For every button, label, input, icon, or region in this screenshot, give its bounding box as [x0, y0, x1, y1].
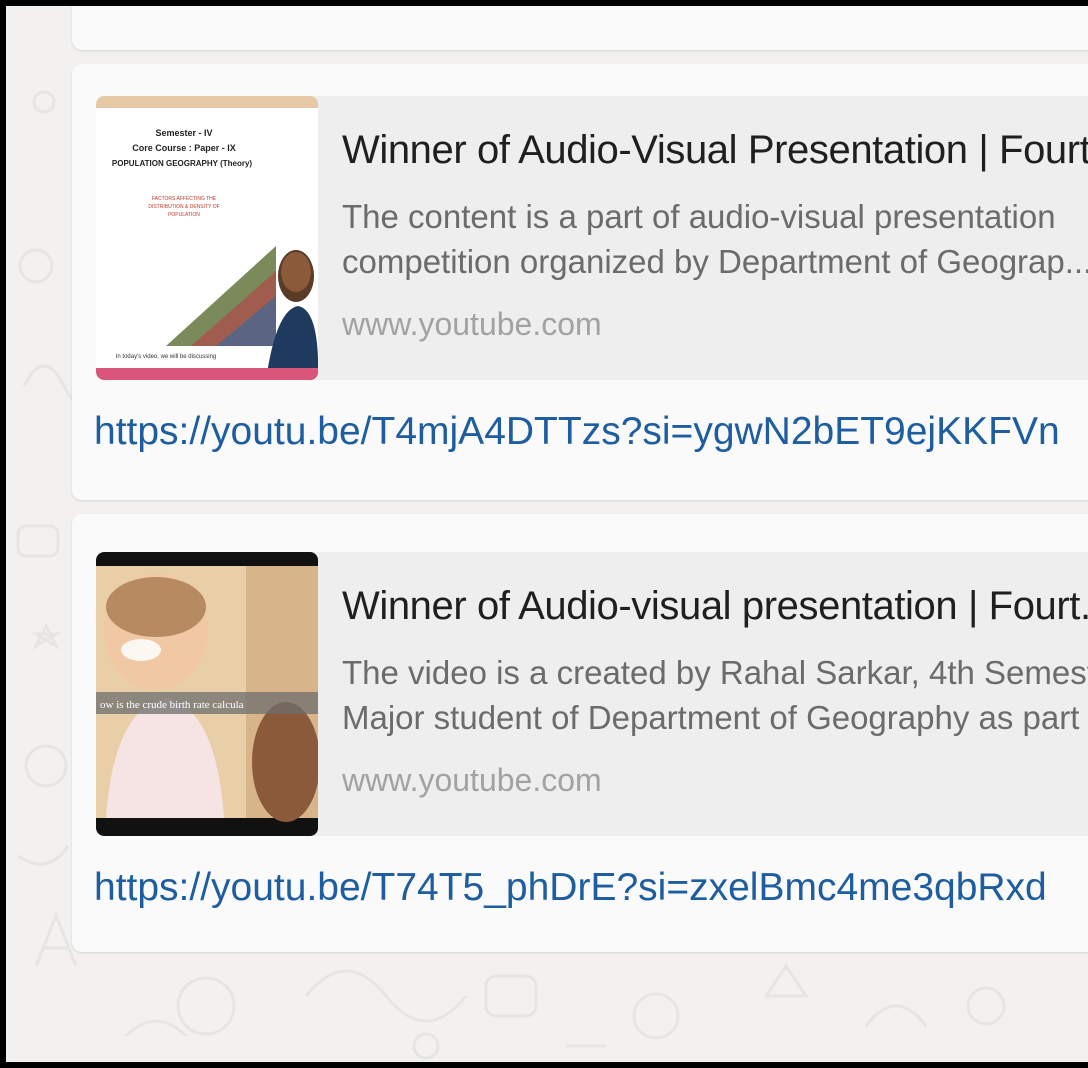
thumb-line-2: Core Course : Paper - IX [132, 143, 236, 153]
preview-domain: www.youtube.com [342, 306, 602, 342]
previous-message-bubble [72, 6, 1088, 50]
link-preview-card[interactable]: ow is the crude birth rate calcula Winne… [96, 552, 1088, 836]
preview-domain: www.youtube.com [342, 762, 602, 798]
message-link[interactable]: https://youtu.be/T74T5_phDrE?si=zxelBmc4… [94, 866, 1047, 910]
thumb-line-6: POPULATION [168, 212, 200, 218]
thumbnail-image: Semester - IV Core Course : Paper - IX P… [96, 96, 318, 380]
link-preview-card[interactable]: Semester - IV Core Course : Paper - IX P… [96, 96, 1088, 380]
thumb-line-4: FACTORS AFFECTING THE [152, 196, 217, 202]
preview-description: The content is a part of audio-visual pr… [342, 198, 1088, 280]
video-thumbnail[interactable]: ow is the crude birth rate calcula [96, 552, 318, 836]
thumbnail-image: ow is the crude birth rate calcula [96, 552, 318, 836]
thumb-line-5: DISTRIBUTION & DENSITY OF [148, 204, 219, 210]
preview-title: Winner of Audio-Visual Presentation | Fo… [342, 128, 1088, 172]
preview-title: Winner of Audio-visual presentation | Fo… [342, 584, 1088, 628]
message-link[interactable]: https://youtu.be/T4mjA4DTTzs?si=ygwN2bET… [94, 410, 1060, 454]
thumb-caption: ow is the crude birth rate calcula [100, 699, 244, 711]
preview-description: The video is a created by Rahal Sarkar, … [342, 654, 1088, 736]
message-bubble: ow is the crude birth rate calcula Winne… [72, 514, 1088, 952]
thumb-line-1: Semester - IV [155, 128, 212, 138]
message-bubble: Semester - IV Core Course : Paper - IX P… [72, 64, 1088, 500]
video-thumbnail[interactable]: Semester - IV Core Course : Paper - IX P… [96, 96, 318, 380]
chat-area: Semester - IV Core Course : Paper - IX P… [6, 6, 1088, 1062]
thumb-caption: In today's video, we will be discussing [116, 354, 217, 360]
thumb-line-3: POPULATION GEOGRAPHY (Theory) [112, 159, 252, 168]
